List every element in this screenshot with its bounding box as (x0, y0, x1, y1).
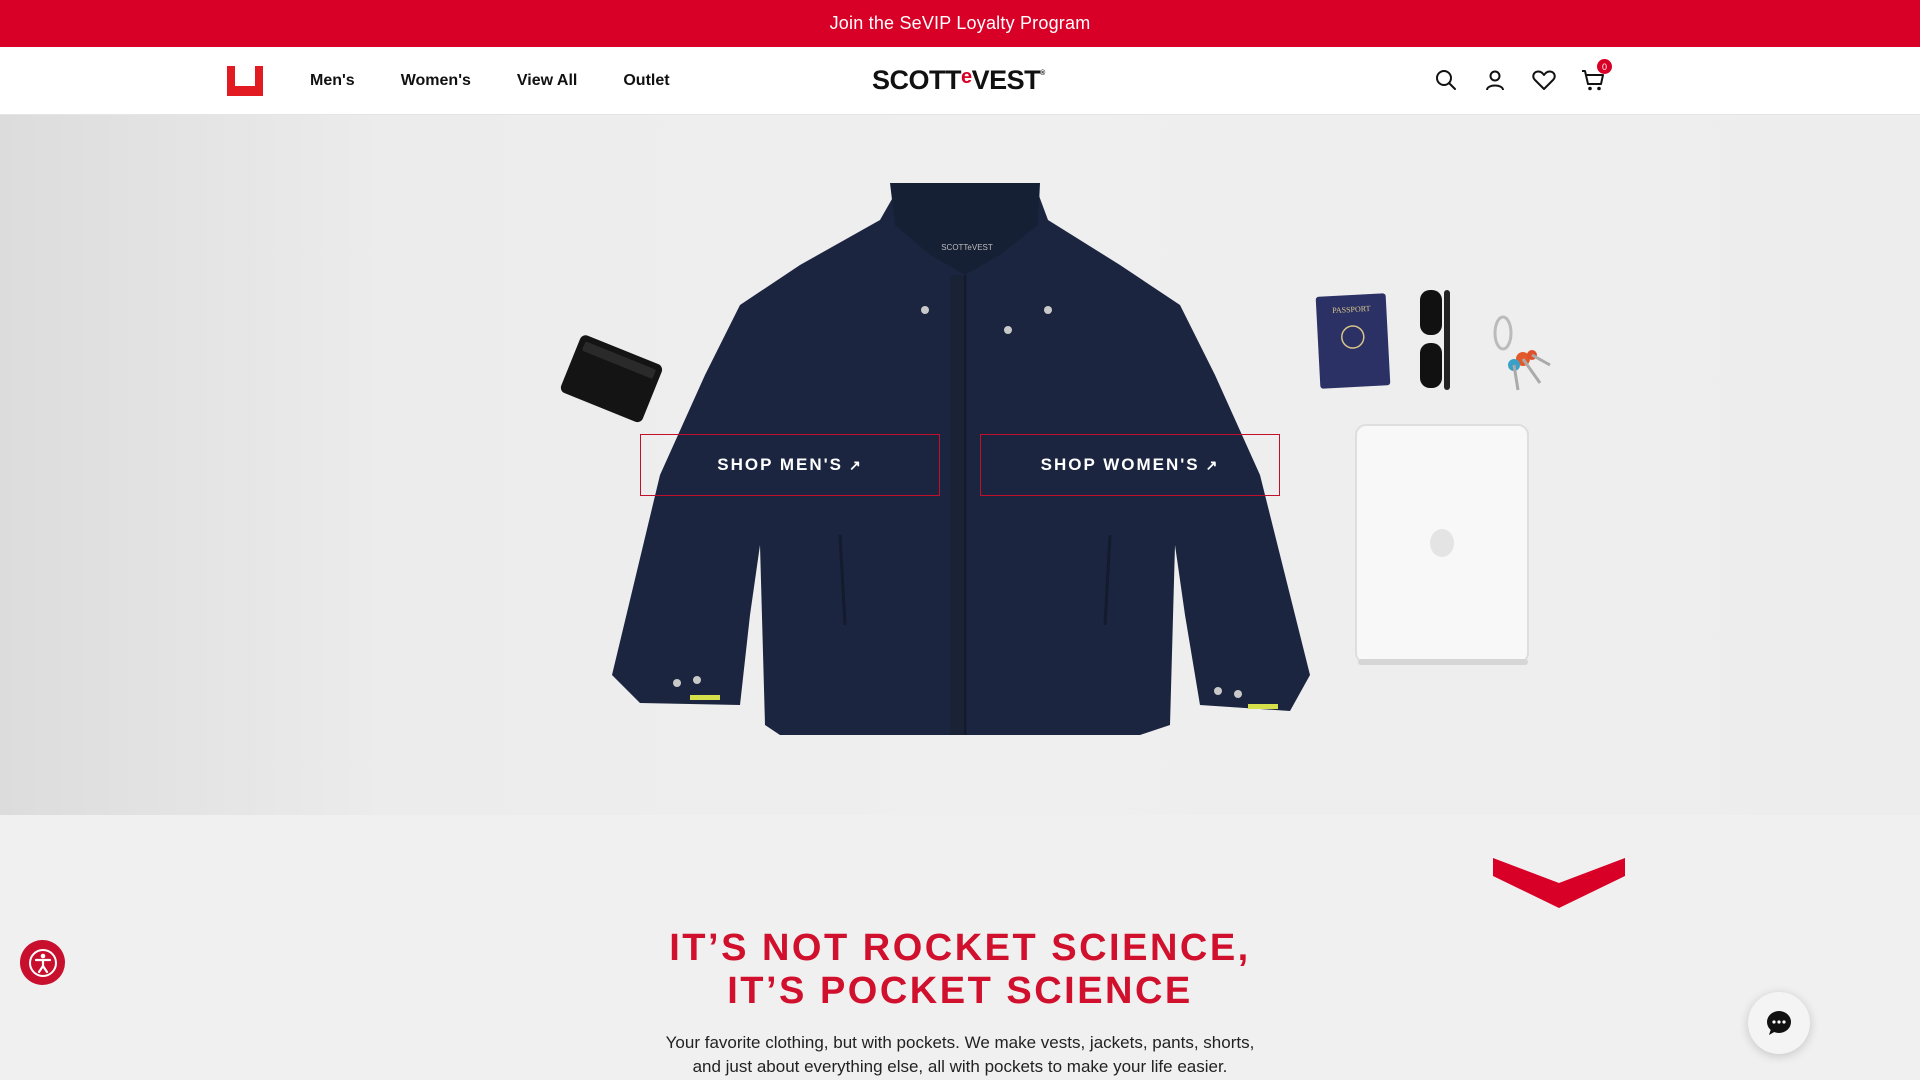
tagline-headline: IT’S NOT ROCKET SCIENCE, IT’S POCKET SCI… (0, 927, 1920, 1013)
nav-view-all[interactable]: View All (517, 72, 577, 90)
jacket-collar-label: SCOTTeVEST (941, 243, 993, 252)
shop-mens-button[interactable]: SHOP MEN'S ↗ (640, 434, 940, 496)
nav-mens[interactable]: Men's (310, 72, 355, 90)
shop-womens-button[interactable]: SHOP WOMEN'S ↗ (980, 434, 1280, 496)
sunglasses-graphic (1420, 290, 1450, 390)
laptop-graphic (1355, 424, 1529, 665)
logo-trademark: ® (1040, 70, 1045, 77)
tagline-section: IT’S NOT ROCKET SCIENCE, IT’S POCKET SCI… (0, 815, 1920, 1080)
search-icon[interactable] (1433, 67, 1459, 93)
headline-line-2: IT’S POCKET SCIENCE (727, 970, 1193, 1012)
cart-count-badge: 0 (1597, 59, 1612, 74)
headline-line-1: IT’S NOT ROCKET SCIENCE, (669, 927, 1251, 969)
logo-e: e (961, 66, 972, 88)
main-nav: Men's Women's View All Outlet (310, 47, 716, 115)
chat-icon (1767, 1011, 1791, 1035)
account-icon[interactable] (1482, 67, 1508, 93)
wallet-graphic (560, 335, 663, 423)
shop-womens-label: SHOP WOMEN'S (1040, 455, 1200, 474)
body-line-1: Your favorite clothing, but with pockets… (665, 1033, 1255, 1052)
keys-graphic (1493, 315, 1551, 391)
accessibility-button[interactable] (20, 940, 65, 985)
chat-button[interactable] (1748, 992, 1810, 1054)
hero-image: SCOTTeVEST PASSPORT (560, 183, 1551, 735)
nav-outlet[interactable]: Outlet (623, 72, 669, 90)
logo-suffix: VEST (971, 65, 1041, 95)
promo-bar: Join the SeVIP Loyalty Program (0, 0, 1920, 47)
arrow-up-right-icon: ↗ (1205, 456, 1220, 473)
chevron-down-icon (1493, 858, 1625, 908)
passport-graphic: PASSPORT (1315, 293, 1391, 389)
site-header: Men's Women's View All Outlet SCOTTeVEST… (0, 47, 1920, 115)
cart-icon[interactable]: 0 (1580, 59, 1612, 93)
tagline-body: Your favorite clothing, but with pockets… (610, 1031, 1310, 1079)
brand-u-icon[interactable] (225, 64, 265, 98)
loyalty-program-link[interactable]: Join the SeVIP Loyalty Program (830, 13, 1091, 34)
body-line-2: and just about everything else, all with… (692, 1057, 1228, 1076)
site-logo[interactable]: SCOTTeVEST® (872, 65, 1045, 96)
nav-womens[interactable]: Women's (401, 72, 471, 90)
accessibility-icon (28, 948, 57, 977)
hero-banner: SCOTTeVEST PASSPORT SHOP MEN'S ↗ SHOP WO… (0, 115, 1920, 815)
header-icons: 0 (1433, 59, 1612, 93)
logo-prefix: SCOTT (872, 65, 962, 95)
arrow-up-right-icon: ↗ (849, 456, 863, 473)
heart-icon[interactable] (1531, 67, 1557, 93)
shop-mens-label: SHOP MEN'S (717, 455, 844, 474)
